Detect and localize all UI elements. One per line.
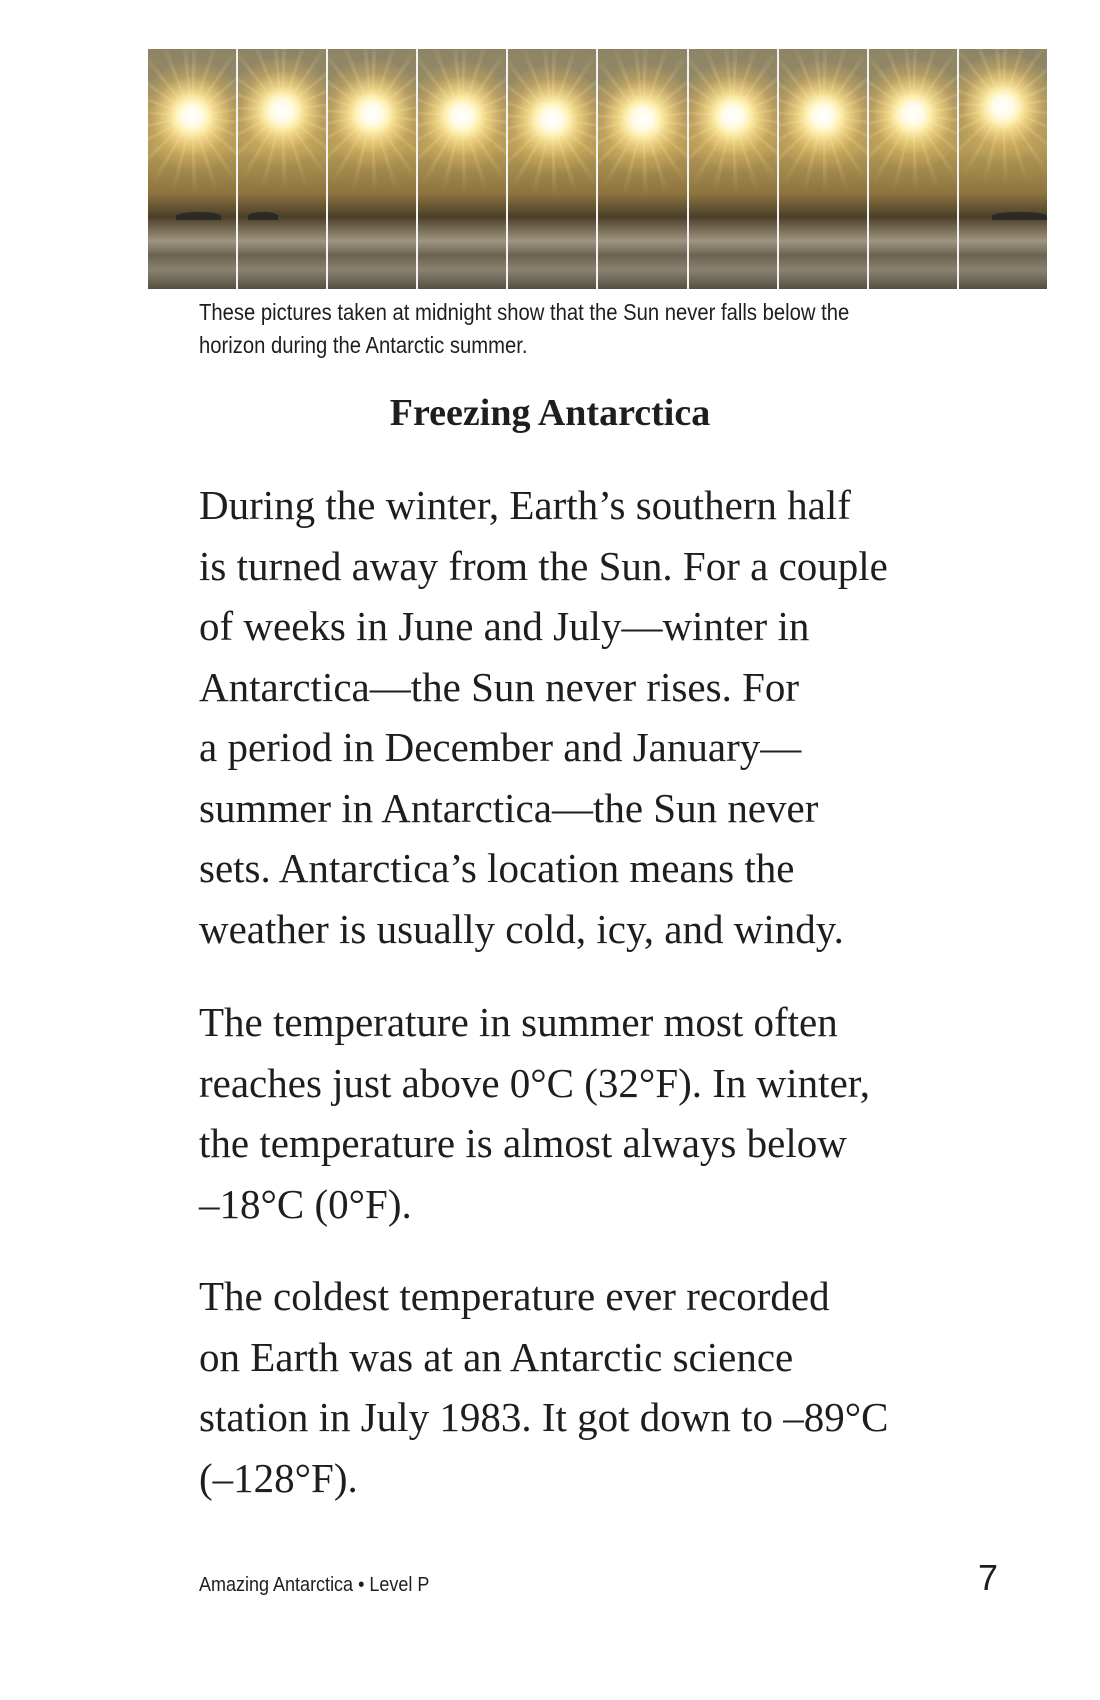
text-line: reaches just above 0°C (32°F). In winter… (199, 1059, 871, 1106)
caption-line: horizon during the Antarctic summer. (199, 332, 528, 358)
sun-icon (418, 61, 507, 171)
text-line: station in July 1983. It got down to –89… (199, 1394, 889, 1440)
island-silhouette (248, 212, 279, 220)
sun-icon (688, 61, 777, 171)
island-silhouette (176, 212, 221, 220)
text-line: During the winter, Earth’s southern half (199, 482, 851, 528)
text-line: of weeks in June and July—winter in (199, 603, 810, 649)
sun-icon (778, 61, 867, 171)
text-line: The coldest temperature ever recorded (199, 1273, 830, 1319)
text-line: Antarctica—the Sun never rises. For (199, 663, 800, 710)
text-line: sets. Antarctica’s location means the (199, 845, 795, 891)
photo-frame (868, 49, 959, 289)
text-line: weather is usually cold, icy, and windy. (199, 905, 844, 952)
photo-frame (688, 49, 779, 289)
sun-icon (238, 56, 327, 166)
page-number: 7 (977, 1557, 998, 1598)
sun-icon (958, 52, 1047, 162)
photo-frame (598, 49, 689, 289)
text-line: (–128°F). (199, 1454, 358, 1501)
sun-icon (598, 64, 687, 174)
text-line: a period in December and January— (199, 724, 802, 770)
paragraph-temperatures: The temperature in summer most often rea… (199, 992, 1019, 1234)
text-line: summer in Antarctica—the Sun never (199, 784, 819, 831)
sun-icon (868, 59, 957, 169)
photo-frame (238, 49, 329, 289)
photo-frame (328, 49, 419, 289)
sun-icon (328, 59, 417, 169)
sun-icon (508, 64, 597, 174)
paragraph-coldest-record: The coldest temperature ever recorded on… (199, 1266, 1019, 1508)
text-line: on Earth was at an Antarctic science (199, 1333, 794, 1380)
midnight-sun-photo-strip (148, 49, 1047, 289)
sun-icon (148, 61, 237, 171)
section-heading: Freezing Antarctica (389, 392, 711, 434)
text-line: The temperature in summer most often (199, 999, 838, 1045)
photo-frame (958, 49, 1047, 289)
photo-frame (778, 49, 869, 289)
paragraph-seasons: During the winter, Earth’s southern half… (199, 475, 1019, 959)
photo-caption: These pictures taken at midnight show th… (199, 296, 903, 362)
island-silhouette (991, 212, 1047, 220)
text-line: is turned away from the Sun. For a coupl… (199, 542, 888, 589)
photo-frame (148, 49, 239, 289)
photo-frame (508, 49, 599, 289)
text-line: –18°C (0°F). (199, 1180, 412, 1227)
footer-book-title: Amazing Antarctica • Level P (199, 1574, 430, 1596)
caption-line: These pictures taken at midnight show th… (199, 299, 850, 325)
photo-frame (418, 49, 509, 289)
text-line: the temperature is almost always below (199, 1120, 847, 1166)
